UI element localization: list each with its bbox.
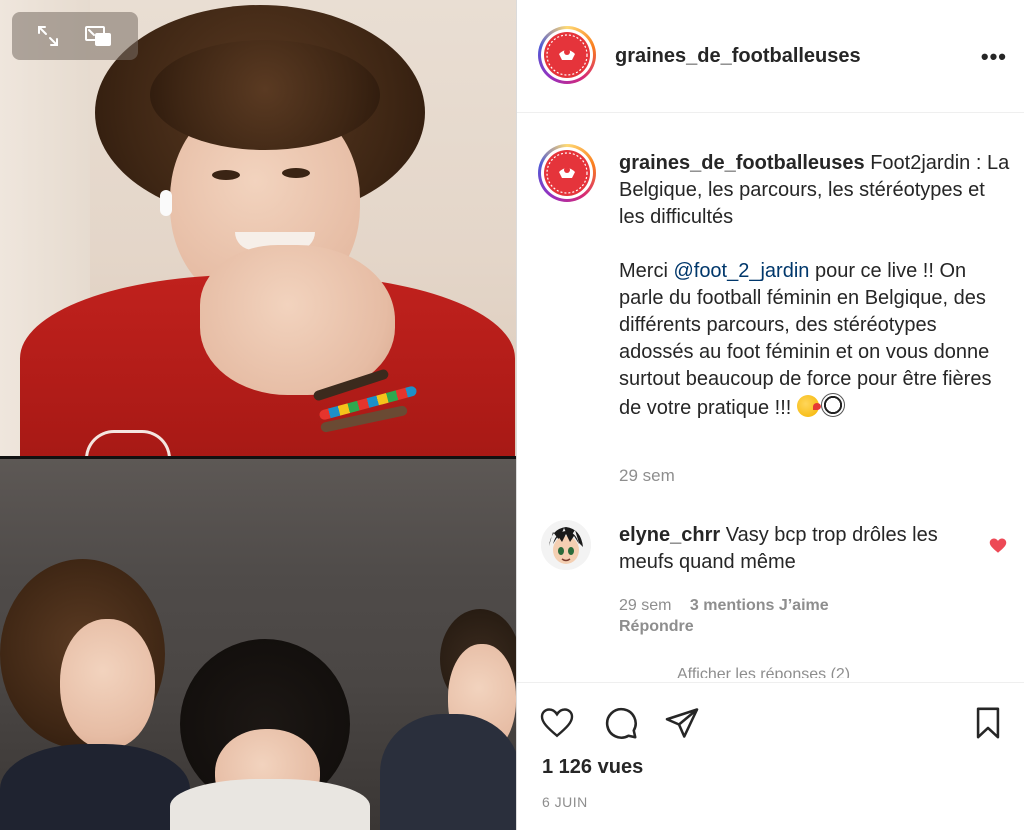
video-feed-bottom bbox=[0, 459, 516, 830]
comment-likes-count[interactable]: 3 mentions J’aime bbox=[690, 597, 829, 614]
speech-bubble-icon bbox=[605, 707, 637, 739]
caption-username[interactable]: graines_de_footballeuses bbox=[619, 152, 865, 174]
picture-in-picture-icon[interactable] bbox=[84, 22, 112, 50]
profile-avatar[interactable] bbox=[538, 26, 596, 84]
comment-button[interactable] bbox=[601, 703, 641, 743]
post-details-panel: graines_de_footballeuses ••• graines_de_… bbox=[516, 0, 1024, 830]
comment-avatar[interactable] bbox=[541, 520, 591, 570]
caption-text-start: Merci bbox=[619, 260, 674, 282]
caption-avatar[interactable] bbox=[538, 144, 596, 202]
video-controls bbox=[12, 12, 138, 60]
view-count[interactable]: 1 126 vues bbox=[542, 756, 643, 779]
view-replies-link[interactable]: Afficher les réponses (2) bbox=[677, 664, 957, 678]
post-timestamp[interactable]: 29 sem bbox=[619, 466, 675, 486]
bookmark-icon bbox=[976, 707, 1000, 739]
reply-button[interactable]: Répondre bbox=[619, 618, 694, 636]
heart-outline-icon bbox=[540, 708, 574, 738]
view-replies-label: Afficher les réponses (2) bbox=[677, 666, 851, 678]
comment-body: elyne_chrr Vasy bcp trop drôles les meuf… bbox=[619, 522, 964, 576]
post-header: graines_de_footballeuses ••• bbox=[517, 0, 1024, 113]
comment-timestamp[interactable]: 29 sem bbox=[619, 597, 671, 614]
post-caption: graines_de_footballeuses Foot2jardin : L… bbox=[619, 150, 1014, 422]
comment-like-heart-icon[interactable] bbox=[989, 537, 1007, 555]
post-username[interactable]: graines_de_footballeuses bbox=[615, 45, 861, 68]
expand-icon[interactable] bbox=[34, 22, 62, 50]
comment-meta: 29 sem 3 mentions J’aime bbox=[619, 597, 843, 615]
save-button[interactable] bbox=[968, 703, 1008, 743]
post-date[interactable]: 6 JUIN bbox=[542, 794, 588, 810]
kissing-face-emoji bbox=[796, 395, 821, 417]
comment-username[interactable]: elyne_chrr bbox=[619, 524, 720, 546]
post-actions: 1 126 vues 6 JUIN bbox=[517, 682, 1024, 831]
video-feed-top bbox=[0, 0, 516, 456]
caption-mention-link[interactable]: @foot_2_jardin bbox=[673, 260, 809, 282]
paper-plane-icon bbox=[665, 708, 699, 738]
post-modal: graines_de_footballeuses ••• graines_de_… bbox=[0, 0, 1024, 830]
live-video[interactable] bbox=[0, 0, 516, 830]
like-button[interactable] bbox=[537, 703, 577, 743]
more-options-button[interactable]: ••• bbox=[981, 44, 1007, 70]
share-button[interactable] bbox=[662, 703, 702, 743]
soccer-ball-emoji bbox=[820, 393, 845, 417]
